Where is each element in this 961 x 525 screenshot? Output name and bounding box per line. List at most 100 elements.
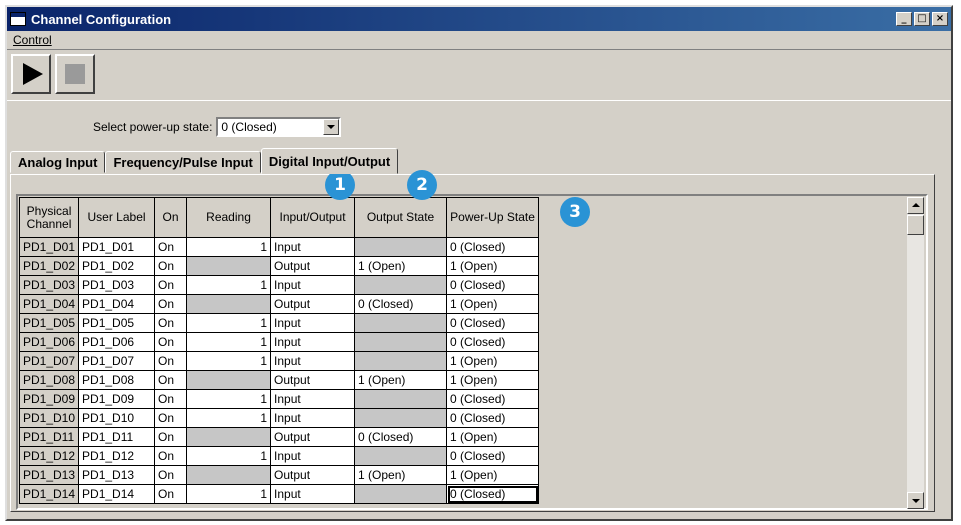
cell-powerup-state[interactable]: 1 (Open) xyxy=(446,427,540,447)
cell-output-state[interactable] xyxy=(354,275,448,295)
cell-powerup-state[interactable]: 1 (Open) xyxy=(446,351,540,371)
col-output-state[interactable]: Output State xyxy=(354,197,448,238)
cell-output-state[interactable] xyxy=(354,332,448,352)
table-row[interactable]: PD1_D07 PD1_D07 On 1 Input 1 (Open) xyxy=(19,351,540,371)
cell-on[interactable]: On xyxy=(154,275,188,295)
vertical-scrollbar[interactable] xyxy=(907,197,924,509)
table-row[interactable]: PD1_D04 PD1_D04 On Output 0 (Closed) 1 (Open) xyxy=(19,294,540,314)
cell-user-label[interactable]: PD1_D11 xyxy=(78,427,156,447)
cell-on[interactable]: On xyxy=(154,294,188,314)
table-row[interactable]: PD1_D03 PD1_D03 On 1 Input 0 (Closed) xyxy=(19,275,540,295)
cell-physical-channel[interactable]: PD1_D13 xyxy=(19,465,80,485)
cell-reading[interactable]: 1 xyxy=(186,446,272,466)
col-on[interactable]: On xyxy=(154,197,188,238)
cell-on[interactable]: On xyxy=(154,313,188,333)
cell-output-state[interactable] xyxy=(354,313,448,333)
cell-reading[interactable]: 1 xyxy=(186,351,272,371)
cell-output-state[interactable] xyxy=(354,351,448,371)
cell-input-output[interactable]: Input xyxy=(270,313,356,333)
cell-input-output[interactable]: Output xyxy=(270,256,356,276)
tab-analog-input[interactable]: Analog Input xyxy=(10,151,106,173)
cell-user-label[interactable]: PD1_D01 xyxy=(78,237,156,257)
cell-reading[interactable] xyxy=(186,427,272,447)
table-row[interactable]: PD1_D06 PD1_D06 On 1 Input 0 (Closed) xyxy=(19,332,540,352)
cell-user-label[interactable]: PD1_D05 xyxy=(78,313,156,333)
close-button[interactable]: × xyxy=(932,12,948,26)
tab-digital-input-output[interactable]: Digital Input/Output xyxy=(260,148,399,174)
scroll-up-button[interactable] xyxy=(907,197,924,214)
cell-physical-channel[interactable]: PD1_D12 xyxy=(19,446,80,466)
cell-reading[interactable]: 1 xyxy=(186,389,272,409)
cell-reading[interactable] xyxy=(186,370,272,390)
cell-physical-channel[interactable]: PD1_D08 xyxy=(19,370,80,390)
cell-physical-channel[interactable]: PD1_D09 xyxy=(19,389,80,409)
cell-reading[interactable] xyxy=(186,256,272,276)
table-row[interactable]: PD1_D02 PD1_D02 On Output 1 (Open) 1 (Open) xyxy=(19,256,540,276)
cell-on[interactable]: On xyxy=(154,484,188,504)
cell-input-output[interactable]: Input xyxy=(270,408,356,428)
cell-output-state[interactable] xyxy=(354,484,448,504)
cell-output-state[interactable]: 1 (Open) xyxy=(354,256,448,276)
cell-input-output[interactable]: Input xyxy=(270,484,356,504)
title-bar[interactable]: Channel Configuration _ □ × xyxy=(7,7,951,31)
cell-powerup-state[interactable]: 0 (Closed) xyxy=(446,275,540,295)
cell-input-output[interactable]: Input xyxy=(270,446,356,466)
cell-on[interactable]: On xyxy=(154,256,188,276)
cell-output-state[interactable] xyxy=(354,237,448,257)
run-button[interactable] xyxy=(11,54,51,94)
cell-physical-channel[interactable]: PD1_D10 xyxy=(19,408,80,428)
table-row[interactable]: PD1_D12 PD1_D12 On 1 Input 0 (Closed) xyxy=(19,446,540,466)
cell-on[interactable]: On xyxy=(154,332,188,352)
cell-user-label[interactable]: PD1_D02 xyxy=(78,256,156,276)
cell-user-label[interactable]: PD1_D09 xyxy=(78,389,156,409)
cell-input-output[interactable]: Output xyxy=(270,294,356,314)
table-row[interactable]: PD1_D01 PD1_D01 On 1 Input 0 (Closed) xyxy=(19,237,540,257)
cell-user-label[interactable]: PD1_D10 xyxy=(78,408,156,428)
cell-output-state[interactable] xyxy=(354,389,448,409)
cell-input-output[interactable]: Output xyxy=(270,427,356,447)
cell-powerup-state[interactable]: 1 (Open) xyxy=(446,370,540,390)
cell-powerup-state[interactable]: 0 (Closed) xyxy=(446,237,540,257)
cell-input-output[interactable]: Input xyxy=(270,275,356,295)
col-powerup-state[interactable]: Power-Up State xyxy=(446,197,540,238)
cell-input-output[interactable]: Output xyxy=(270,370,356,390)
table-row[interactable]: PD1_D05 PD1_D05 On 1 Input 0 (Closed) xyxy=(19,313,540,333)
cell-on[interactable]: On xyxy=(154,389,188,409)
cell-reading[interactable]: 1 xyxy=(186,332,272,352)
cell-powerup-state[interactable]: 0 (Closed) xyxy=(446,484,540,504)
cell-output-state[interactable]: 0 (Closed) xyxy=(354,294,448,314)
cell-user-label[interactable]: PD1_D06 xyxy=(78,332,156,352)
col-physical-channel[interactable]: Physical Channel xyxy=(19,197,80,238)
cell-physical-channel[interactable]: PD1_D06 xyxy=(19,332,80,352)
cell-physical-channel[interactable]: PD1_D01 xyxy=(19,237,80,257)
cell-reading[interactable]: 1 xyxy=(186,313,272,333)
cell-powerup-state[interactable]: 0 (Closed) xyxy=(446,446,540,466)
table-row[interactable]: PD1_D09 PD1_D09 On 1 Input 0 (Closed) xyxy=(19,389,540,409)
cell-input-output[interactable]: Input xyxy=(270,237,356,257)
col-input-output[interactable]: Input/Output xyxy=(270,197,356,238)
cell-powerup-state[interactable]: 0 (Closed) xyxy=(446,389,540,409)
powerup-dropdown[interactable]: 0 (Closed) xyxy=(216,117,342,137)
cell-output-state[interactable]: 1 (Open) xyxy=(354,370,448,390)
cell-on[interactable]: On xyxy=(154,370,188,390)
cell-output-state[interactable]: 1 (Open) xyxy=(354,465,448,485)
cell-reading[interactable] xyxy=(186,465,272,485)
cell-powerup-state[interactable]: 1 (Open) xyxy=(446,256,540,276)
cell-physical-channel[interactable]: PD1_D02 xyxy=(19,256,80,276)
cell-powerup-state[interactable]: 0 (Closed) xyxy=(446,313,540,333)
menu-control[interactable]: Control xyxy=(13,33,52,47)
cell-on[interactable]: On xyxy=(154,446,188,466)
cell-physical-channel[interactable]: PD1_D05 xyxy=(19,313,80,333)
cell-user-label[interactable]: PD1_D12 xyxy=(78,446,156,466)
table-row[interactable]: PD1_D11 PD1_D11 On Output 0 (Closed) 1 (Open) xyxy=(19,427,540,447)
table-row[interactable]: PD1_D08 PD1_D08 On Output 1 (Open) 1 (Open) xyxy=(19,370,540,390)
maximize-button[interactable]: □ xyxy=(914,12,930,26)
cell-physical-channel[interactable]: PD1_D04 xyxy=(19,294,80,314)
cell-user-label[interactable]: PD1_D08 xyxy=(78,370,156,390)
col-user-label[interactable]: User Label xyxy=(78,197,156,238)
col-reading[interactable]: Reading xyxy=(186,197,272,238)
cell-user-label[interactable]: PD1_D14 xyxy=(78,484,156,504)
scroll-thumb[interactable] xyxy=(907,215,924,235)
cell-input-output[interactable]: Input xyxy=(270,351,356,371)
table-row[interactable]: PD1_D14 PD1_D14 On 1 Input 0 (Closed) xyxy=(19,484,540,504)
